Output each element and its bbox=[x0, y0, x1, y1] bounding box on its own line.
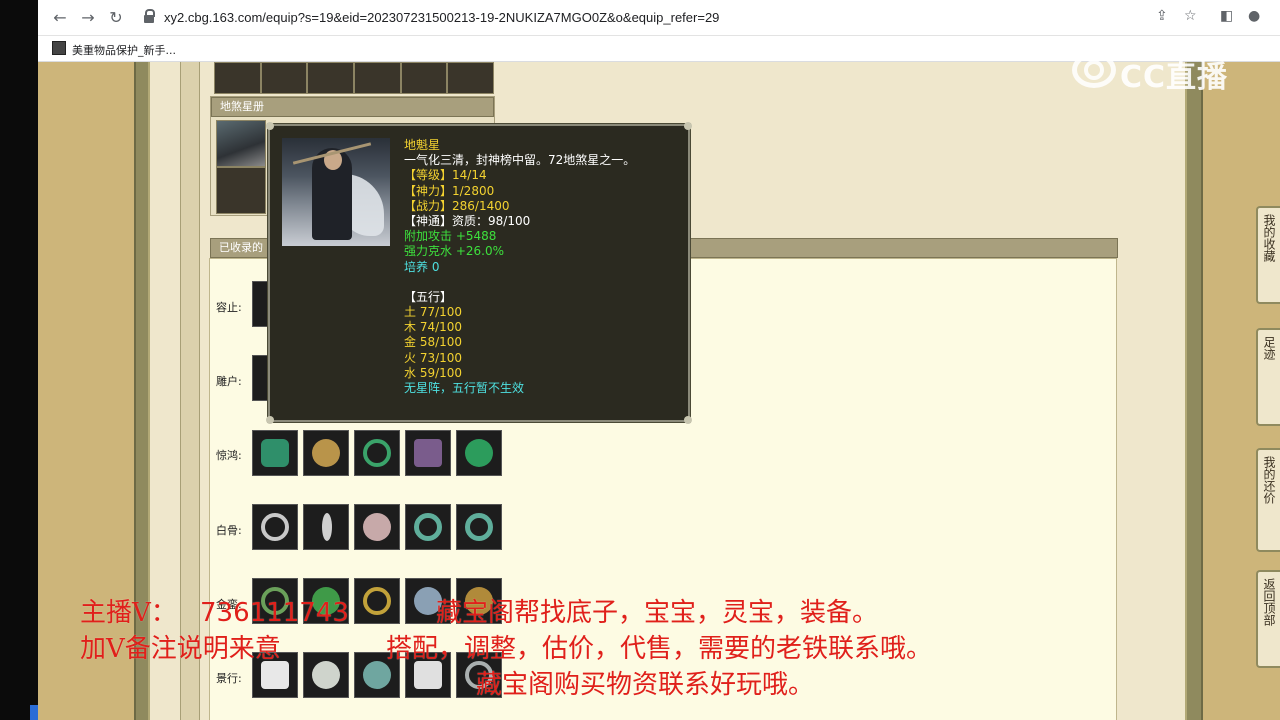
grid-slot[interactable] bbox=[261, 63, 307, 93]
grid-slot[interactable] bbox=[308, 63, 353, 93]
item-icon[interactable] bbox=[252, 430, 298, 476]
star-divine: 【神力】1/2800 bbox=[404, 183, 495, 198]
row-label: 惊鸿: bbox=[216, 449, 242, 462]
tooltip-corner bbox=[684, 122, 692, 130]
taskbar-accent bbox=[30, 705, 38, 720]
element-fire: 火 73/100 bbox=[404, 350, 463, 365]
side-panel-icon[interactable]: ◧ bbox=[1220, 8, 1233, 24]
item-icon[interactable] bbox=[354, 504, 400, 550]
back-arrow-icon[interactable]: ← bbox=[50, 8, 70, 28]
five-elements-title: 【五行】 bbox=[404, 289, 453, 304]
side-tab-label[interactable]: 返回顶部 bbox=[1259, 578, 1279, 626]
formation-note: 无星阵，五行暂不生效 bbox=[404, 381, 525, 395]
side-tab-back-to-top[interactable]: 返回顶部 bbox=[1256, 570, 1280, 668]
forward-arrow-icon[interactable]: → bbox=[78, 8, 98, 28]
item-icon[interactable] bbox=[303, 504, 349, 550]
row-label: 景行: bbox=[216, 672, 242, 685]
side-tab-counteroffers[interactable]: 我的还价 bbox=[1256, 448, 1280, 552]
item-icon[interactable] bbox=[405, 430, 451, 476]
left-dark-bar bbox=[0, 0, 38, 720]
overlay-line1-left: 主播V： bbox=[80, 598, 177, 628]
row-label: 容止: bbox=[216, 301, 242, 314]
grid-slot[interactable] bbox=[448, 63, 493, 93]
item-icon[interactable] bbox=[303, 430, 349, 476]
bookmark-favicon-icon bbox=[52, 41, 66, 55]
item-icon[interactable] bbox=[252, 504, 298, 550]
overlay-line1-number: 736111743 bbox=[200, 598, 349, 628]
star-book-header: 地煞星册 bbox=[211, 97, 494, 117]
reload-icon[interactable]: ↻ bbox=[106, 8, 126, 28]
overlay-line3: 藏宝阁购买物资联系好玩哦。 bbox=[476, 670, 815, 700]
tooltip-corner bbox=[266, 416, 274, 424]
side-tab-history[interactable]: 足迹 bbox=[1256, 328, 1280, 426]
overlay-line1-right: 藏宝阁帮找底子，宝宝，灵宝，装备。 bbox=[436, 598, 879, 628]
star-name: 地魁星 bbox=[404, 138, 441, 152]
star-desc: 一气化三清，封神榜中留。72地煞星之一。 bbox=[404, 153, 636, 168]
address-bar[interactable]: xy2.cbg.163.com/equip?s=19&eid=202307231… bbox=[138, 5, 1188, 31]
bonus-attack: 附加攻击 +5488 bbox=[404, 229, 497, 244]
item-icon[interactable] bbox=[456, 504, 502, 550]
grid-slot[interactable] bbox=[215, 63, 260, 93]
grid-slot[interactable] bbox=[355, 63, 400, 93]
cc-live-logo: CC直播 bbox=[1072, 52, 1242, 95]
item-icon[interactable] bbox=[456, 430, 502, 476]
star-combat: 【战力】286/1400 bbox=[404, 198, 510, 213]
logo-inner-ring-icon bbox=[1084, 60, 1104, 80]
star-portrait bbox=[282, 138, 390, 246]
element-water: 水 59/100 bbox=[404, 365, 463, 380]
element-wood: 木 74/100 bbox=[404, 320, 463, 335]
inner-frame bbox=[180, 62, 200, 720]
lock-icon[interactable] bbox=[144, 9, 155, 23]
star-tooltip: 地魁星 一气化三清，封神榜中留。72地煞星之一。 【等级】14/14 【神力】1… bbox=[266, 122, 692, 424]
star-slot[interactable] bbox=[217, 168, 265, 213]
row-label: 雕户: bbox=[216, 375, 242, 388]
share-icon[interactable]: ⇪ bbox=[1156, 8, 1168, 24]
bookmark-star-icon[interactable]: ☆ bbox=[1184, 8, 1197, 24]
row-label: 白骨: bbox=[216, 524, 242, 537]
side-tab-favorites[interactable]: 我的收藏 bbox=[1256, 206, 1280, 304]
bookmark-link[interactable]: 美重物品保护_新手... bbox=[72, 42, 176, 58]
logo-text: CC直播 bbox=[1120, 60, 1229, 95]
tooltip-text: 地魁星 一气化三清，封神榜中留。72地煞星之一。 【等级】14/14 【神力】1… bbox=[404, 138, 635, 396]
right-frame bbox=[1185, 62, 1203, 720]
tooltip-corner bbox=[684, 416, 692, 424]
tooltip-corner bbox=[266, 122, 274, 130]
item-icon[interactable] bbox=[354, 578, 400, 624]
item-icon[interactable] bbox=[303, 652, 349, 698]
grid-slot[interactable] bbox=[401, 63, 447, 93]
star-book-grid bbox=[216, 120, 266, 214]
element-metal: 金 58/100 bbox=[404, 335, 463, 350]
overlay-line2-right: 搭配，调整，估价，代售，需要的老铁联系哦。 bbox=[386, 634, 933, 664]
browser-toolbar: ← → ↻ xy2.cbg.163.com/equip?s=19&eid=202… bbox=[38, 0, 1280, 36]
profile-icon[interactable]: ● bbox=[1248, 8, 1260, 24]
overlay-line2-left: 加V备注说明来意 bbox=[80, 634, 281, 664]
side-tab-label[interactable]: 足迹 bbox=[1259, 336, 1279, 360]
star-level: 【等级】14/14 bbox=[404, 168, 487, 183]
element-earth: 土 77/100 bbox=[404, 305, 463, 320]
cultivate: 培养 0 bbox=[404, 259, 440, 274]
top-equip-grid bbox=[214, 62, 494, 94]
star-slot-portrait[interactable] bbox=[217, 121, 265, 166]
side-tab-label[interactable]: 我的收藏 bbox=[1259, 214, 1279, 262]
item-icon[interactable] bbox=[405, 504, 451, 550]
side-tab-label[interactable]: 我的还价 bbox=[1259, 456, 1279, 504]
item-icon[interactable] bbox=[354, 430, 400, 476]
counter-bonus: 强力克水 +26.0% bbox=[404, 244, 504, 259]
star-talent: 【神通】资质：98/100 bbox=[404, 213, 531, 228]
url-text[interactable]: xy2.cbg.163.com/equip?s=19&eid=202307231… bbox=[164, 10, 719, 25]
